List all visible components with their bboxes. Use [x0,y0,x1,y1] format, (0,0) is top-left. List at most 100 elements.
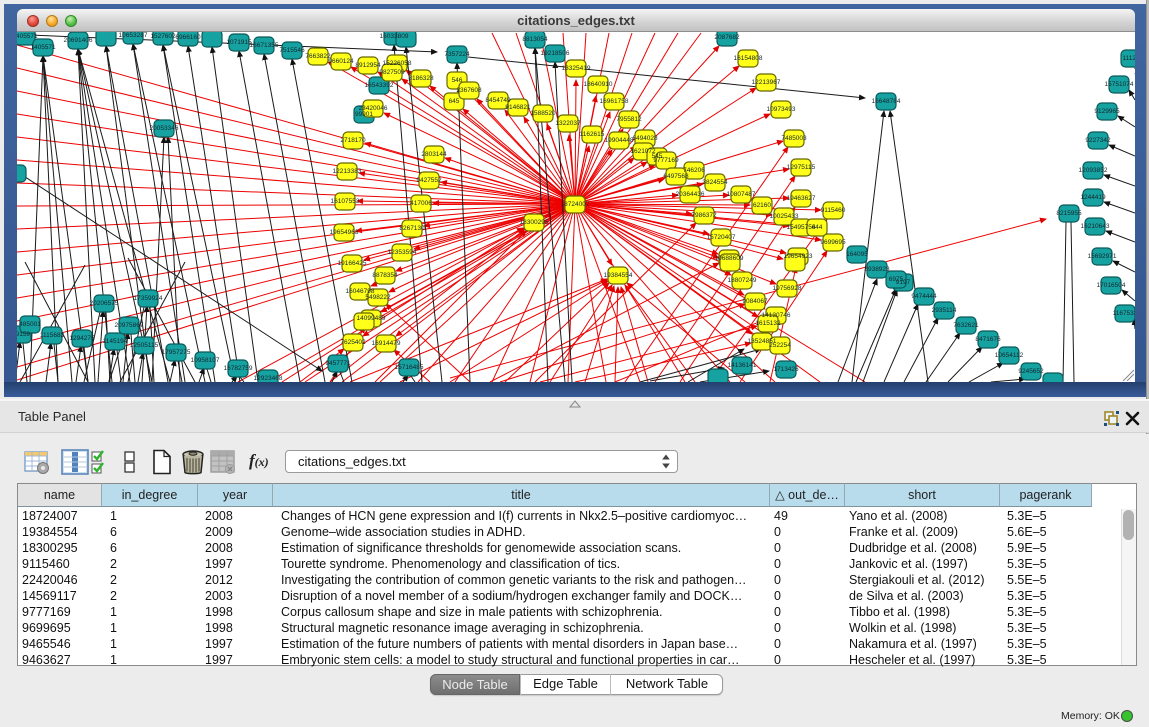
svg-text:19904448: 19904448 [605,137,634,144]
svg-text:6497568: 6497568 [663,173,689,180]
svg-text:12353594: 12353594 [388,249,417,256]
svg-text:1527602: 1527602 [150,33,176,40]
svg-text:12505115: 12505115 [130,342,159,349]
svg-text:19166425: 19166425 [338,260,367,267]
svg-text:485001: 485001 [19,321,41,328]
svg-text:12923468: 12923468 [254,375,283,382]
svg-text:7625402: 7625402 [340,339,366,346]
svg-text:9827509: 9827509 [379,69,405,76]
svg-text:9245652: 9245652 [1018,368,1044,375]
svg-text:546: 546 [452,77,463,84]
svg-text:10654112: 10654112 [995,352,1024,359]
svg-text:18724007: 18724007 [561,201,590,208]
svg-text:16914479: 16914479 [372,340,401,347]
svg-text:1713426: 1713426 [773,366,799,373]
svg-text:9660124: 9660124 [328,58,354,65]
svg-text:16033809: 16033809 [380,33,409,40]
svg-text:16671355: 16671355 [250,42,279,49]
svg-text:15716485: 15716485 [395,364,424,371]
svg-text:1167533: 1167533 [1113,310,1135,317]
svg-text:14136141: 14136141 [728,362,757,369]
svg-text:9115460: 9115460 [821,207,846,214]
svg-text:10688609: 10688609 [715,255,744,262]
svg-text:7485003: 7485003 [781,135,807,142]
svg-text:11127: 11127 [1122,55,1135,62]
svg-text:8471676: 8471676 [975,336,1001,343]
svg-text:15692971: 15692971 [1088,253,1117,260]
svg-text:16543392: 16543392 [365,82,394,89]
svg-text:1294275: 1294275 [69,335,95,342]
svg-text:8813054: 8813054 [522,36,548,43]
svg-text:10973493: 10973493 [767,106,796,113]
svg-text:15751074: 15751074 [1105,81,1134,88]
svg-text:20206575: 20206575 [90,300,119,307]
svg-text:10807487: 10807487 [727,191,756,198]
svg-text:7663822: 7663822 [305,53,331,60]
svg-text:20364436: 20364436 [676,191,705,198]
svg-text:16210643: 16210643 [1081,223,1110,230]
svg-text:6975: 6975 [889,276,904,283]
svg-text:20053346: 20053346 [150,125,179,132]
svg-text:19384554: 19384554 [604,272,633,279]
svg-text:17957275: 17957275 [162,349,191,356]
svg-text:8186328: 8186328 [408,75,434,82]
svg-text:10653287: 10653287 [119,32,148,39]
svg-text:9457771: 9457771 [325,360,351,367]
svg-text:7955812: 7955812 [616,116,642,123]
svg-text:644: 644 [812,224,823,231]
svg-text:7632621: 7632621 [953,322,979,329]
svg-text:8912954: 8912954 [355,62,381,69]
svg-text:1071915: 1071915 [226,39,252,46]
svg-text:9474444: 9474444 [911,293,937,300]
svg-text:15226058: 15226058 [383,60,412,67]
svg-text:8938923: 8938923 [864,266,890,273]
svg-text:2087682: 2087682 [714,34,740,41]
svg-text:7515546: 7515546 [279,47,305,54]
svg-text:1588520: 1588520 [530,110,556,117]
svg-text:99901: 99901 [355,111,373,118]
svg-text:8878354: 8878354 [372,272,398,279]
svg-text:14120746: 14120746 [762,312,791,319]
svg-text:16961758: 16961758 [600,98,629,105]
svg-text:20691406: 20691406 [64,37,93,44]
svg-text:13325419: 13325419 [562,65,591,72]
svg-text:7986372: 7986372 [691,212,717,219]
svg-text:16107553: 16107553 [331,198,360,205]
svg-text:9777169: 9777169 [653,157,679,164]
svg-text:1615132: 1615132 [755,320,781,327]
svg-text:9427552: 9427552 [416,177,442,184]
svg-text:18807249: 18807249 [728,277,757,284]
svg-text:7357224: 7357224 [444,51,470,58]
svg-text:19654923: 19654923 [784,253,813,260]
svg-text:23420046: 23420046 [359,105,388,112]
svg-text:8267130: 8267130 [399,225,425,232]
svg-text:5498222: 5498222 [365,294,391,301]
svg-text:19654963: 19654963 [330,229,359,236]
svg-text:252254: 252254 [769,342,791,349]
svg-text:164095: 164095 [846,251,868,258]
svg-text:12975115: 12975115 [787,164,816,171]
svg-text:62160: 62160 [753,202,771,209]
svg-text:19218506: 19218506 [541,50,570,57]
svg-text:1405571: 1405571 [17,33,38,40]
svg-text:2803144: 2803144 [421,151,447,158]
svg-text:14099489: 14099489 [357,315,386,322]
svg-text:39159: 39159 [17,331,30,338]
svg-text:12213967: 12213967 [752,79,781,86]
svg-text:18300295: 18300295 [520,219,549,226]
svg-text:19463627: 19463627 [787,195,816,202]
svg-text:1162615: 1162615 [580,131,605,138]
svg-text:645: 645 [449,98,460,105]
svg-text:2367608: 2367608 [456,87,482,94]
svg-text:10958107: 10958107 [191,357,220,364]
svg-text:16154808: 16154808 [734,55,763,62]
svg-text:9699695: 9699695 [820,239,846,246]
svg-text:3824554: 3824554 [702,179,728,186]
svg-text:16648784: 16648784 [872,98,901,105]
svg-text:12213383: 12213383 [333,168,362,175]
svg-text:1145194: 1145194 [103,338,128,345]
svg-text:1244419: 1244419 [1080,194,1106,201]
svg-text:20975867: 20975867 [115,322,144,329]
svg-text:9129965: 9129965 [1094,108,1120,115]
svg-text:1115682: 1115682 [40,332,65,339]
